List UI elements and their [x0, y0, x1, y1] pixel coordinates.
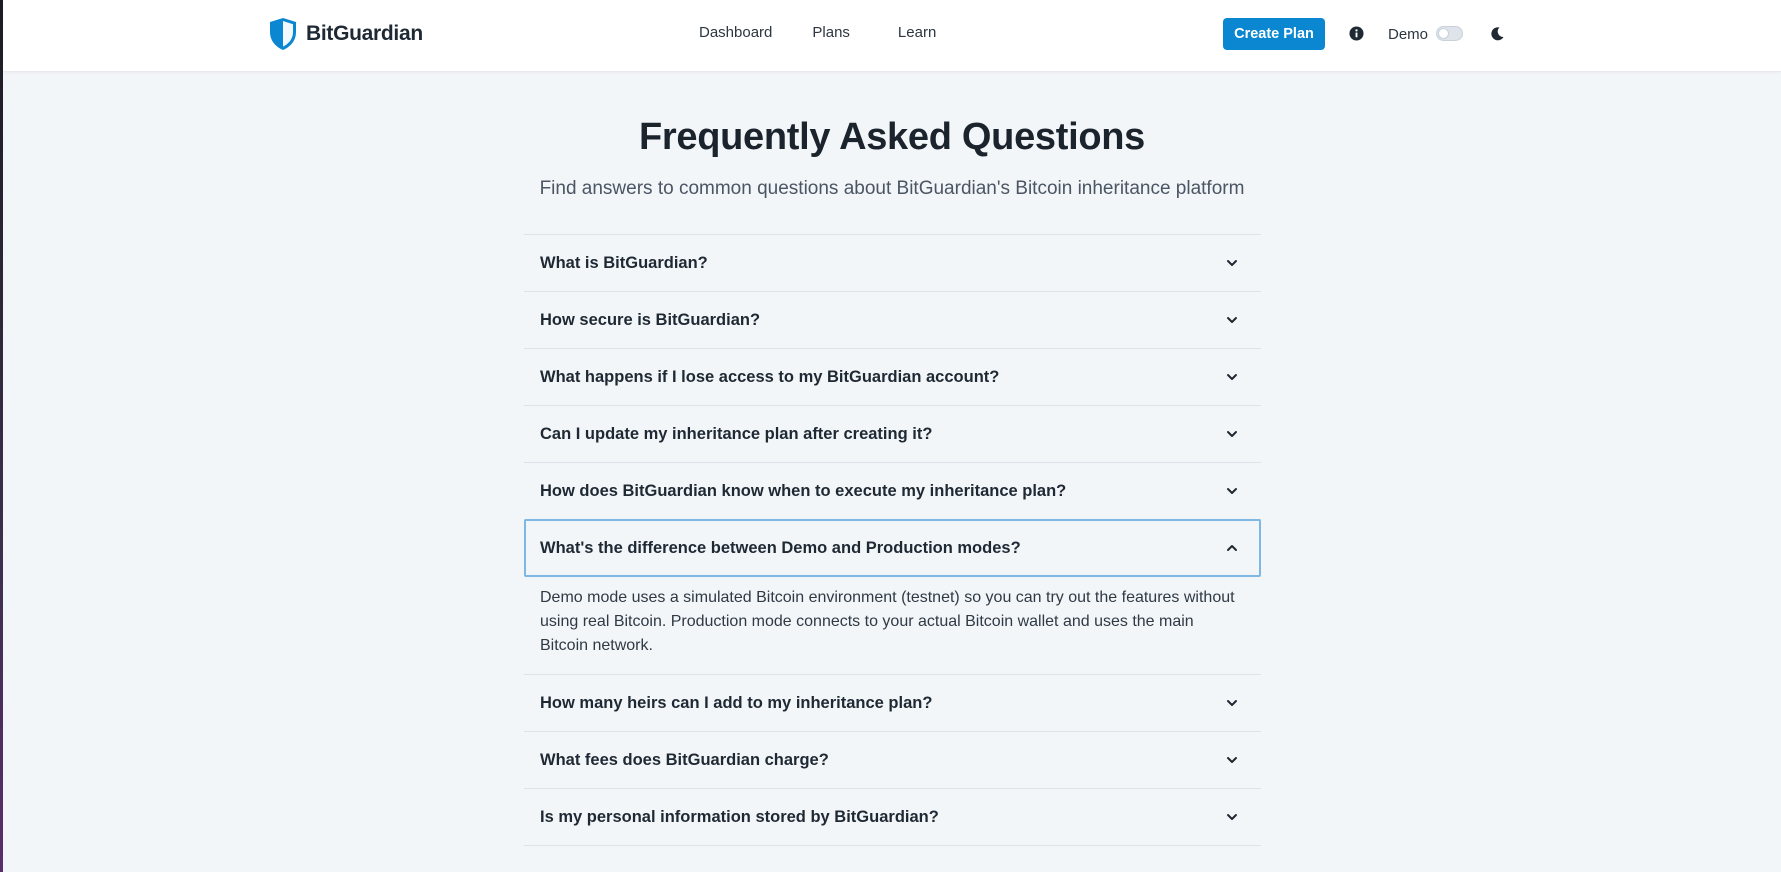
faq-accordion: What is BitGuardian? How secure is BitGu…	[524, 234, 1261, 846]
chevron-down-icon	[1227, 431, 1237, 437]
faq-question-text: What fees does BitGuardian charge?	[540, 750, 829, 769]
faq-question-button[interactable]: What is BitGuardian?	[524, 235, 1261, 291]
faq-item: Can I update my inheritance plan after c…	[524, 406, 1261, 463]
faq-item: How does BitGuardian know when to execut…	[524, 463, 1261, 520]
faq-question-button[interactable]: How many heirs can I add to my inheritan…	[524, 675, 1261, 731]
faq-question-text: How many heirs can I add to my inheritan…	[540, 693, 933, 712]
faq-question-text: What's the difference between Demo and P…	[540, 538, 1021, 557]
faq-question-button[interactable]: What's the difference between Demo and P…	[524, 519, 1261, 577]
faq-item: How many heirs can I add to my inheritan…	[524, 675, 1261, 732]
faq-question-text: What happens if I lose access to my BitG…	[540, 367, 1000, 386]
faq-answer-text: Demo mode uses a simulated Bitcoin envir…	[540, 589, 1235, 654]
faq-question-button[interactable]: How secure is BitGuardian?	[524, 292, 1261, 348]
faq-item: What fees does BitGuardian charge?	[524, 732, 1261, 789]
top-navbar: BitGuardian Dashboard Plans Learn Create…	[3, 0, 1781, 72]
brand-name: BitGuardian	[306, 22, 423, 45]
info-icon[interactable]	[1349, 26, 1364, 41]
nav-learn[interactable]: Learn	[898, 24, 936, 41]
page-subtitle: Find answers to common questions about B…	[539, 178, 1245, 199]
moon-icon[interactable]	[1489, 26, 1505, 42]
chevron-down-icon	[1227, 700, 1237, 706]
faq-question-text: How does BitGuardian know when to execut…	[540, 481, 1067, 500]
chevron-down-icon	[1227, 260, 1237, 266]
demo-mode-label: Demo	[1388, 26, 1429, 43]
faq-question-text: Is my personal information stored by Bit…	[540, 807, 939, 826]
chevron-down-icon	[1227, 317, 1237, 323]
chevron-up-icon	[1227, 545, 1237, 551]
faq-item: How secure is BitGuardian?	[524, 292, 1261, 349]
faq-item-expanded: What's the difference between Demo and P…	[524, 519, 1261, 675]
faq-question-button[interactable]: What happens if I lose access to my BitG…	[524, 349, 1261, 405]
faq-question-button[interactable]: Can I update my inheritance plan after c…	[524, 406, 1261, 462]
faq-question-text: How secure is BitGuardian?	[540, 310, 761, 329]
browser-page: BitGuardian Dashboard Plans Learn Create…	[3, 0, 1781, 872]
nav-dashboard[interactable]: Dashboard	[699, 24, 772, 41]
nav-plans[interactable]: Plans	[812, 24, 850, 41]
main-nav: Dashboard Plans Learn	[699, 24, 936, 41]
chevron-down-icon	[1227, 814, 1237, 820]
faq-item: Is my personal information stored by Bit…	[524, 789, 1261, 846]
faq-item: What happens if I lose access to my BitG…	[524, 349, 1261, 406]
faq-question-button[interactable]: Is my personal information stored by Bit…	[524, 789, 1261, 845]
faq-question-text: Can I update my inheritance plan after c…	[540, 424, 933, 443]
chevron-down-icon	[1227, 757, 1237, 763]
faq-question-button[interactable]: How does BitGuardian know when to execut…	[524, 463, 1261, 519]
faq-item: What is BitGuardian?	[524, 235, 1261, 292]
page-title: Frequently Asked Questions	[638, 116, 1146, 158]
chevron-down-icon	[1227, 374, 1237, 380]
shield-icon	[270, 18, 296, 50]
create-plan-button[interactable]: Create Plan	[1223, 18, 1325, 50]
faq-question-button[interactable]: What fees does BitGuardian charge?	[524, 732, 1261, 788]
brand-logo-link[interactable]: BitGuardian	[268, 17, 423, 51]
toggle-knob	[1438, 28, 1449, 39]
demo-mode-toggle[interactable]	[1436, 26, 1463, 41]
faq-question-text: What is BitGuardian?	[540, 253, 708, 272]
chevron-down-icon	[1227, 488, 1237, 494]
